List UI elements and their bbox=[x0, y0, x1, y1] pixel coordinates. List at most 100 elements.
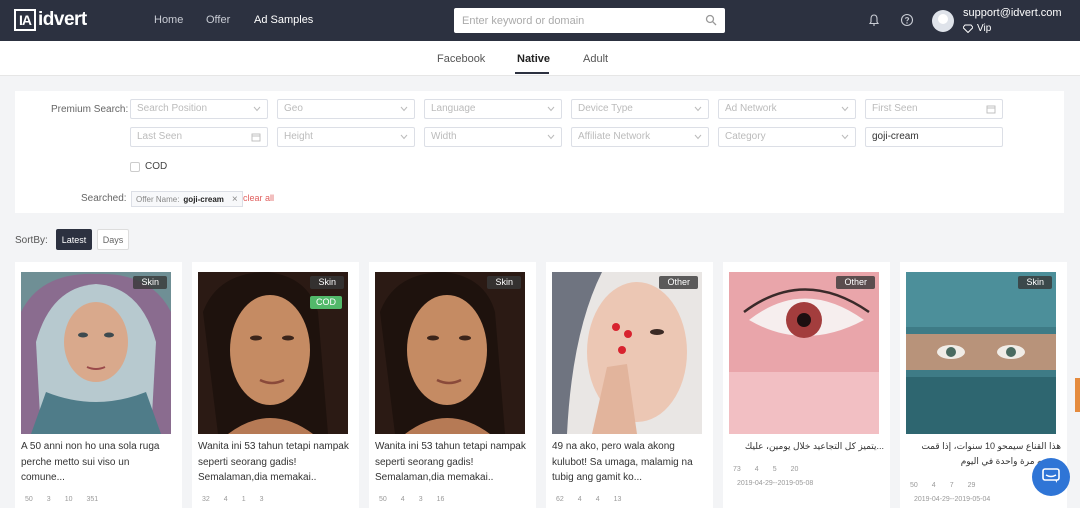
tab-adult[interactable]: Adult bbox=[583, 53, 608, 65]
chevron-down-icon bbox=[694, 134, 702, 140]
ad-text: Wanita ini 53 tahun tetapi nampak sepert… bbox=[375, 441, 526, 483]
sort-days-button[interactable]: Days bbox=[97, 229, 129, 250]
ad-image[interactable]: Skin COD bbox=[198, 272, 348, 434]
chevron-down-icon bbox=[547, 106, 555, 112]
ad-stats: 50 4 7 29 bbox=[910, 482, 975, 489]
diamond-icon bbox=[963, 24, 973, 33]
networks-count: 4 bbox=[577, 496, 582, 503]
days-count: 351 bbox=[86, 496, 99, 503]
geo-count: 4 bbox=[595, 496, 600, 503]
category-badge: Skin bbox=[133, 276, 167, 289]
geo-count: 3 bbox=[418, 496, 423, 503]
close-icon[interactable]: × bbox=[232, 194, 238, 205]
networks-count: 3 bbox=[46, 496, 51, 503]
geo-count: 1 bbox=[241, 496, 246, 503]
ad-image[interactable]: Other bbox=[729, 272, 879, 434]
search-position-select[interactable]: Search Position bbox=[130, 99, 268, 119]
ad-stats: 73 4 5 20 bbox=[733, 466, 798, 473]
clear-all-link[interactable]: clear all bbox=[243, 193, 274, 203]
networks-count: 4 bbox=[931, 482, 936, 489]
chat-icon bbox=[1042, 468, 1060, 483]
tab-facebook[interactable]: Facebook bbox=[437, 53, 485, 65]
search-tag-value: goji-cream bbox=[183, 194, 224, 204]
nav-offer[interactable]: Offer bbox=[206, 14, 230, 26]
side-feedback-tab[interactable] bbox=[1075, 378, 1080, 412]
chevron-down-icon bbox=[547, 134, 555, 140]
bell-icon[interactable] bbox=[867, 13, 881, 27]
days-count: 3 bbox=[259, 496, 264, 503]
logo[interactable]: IA idvert bbox=[14, 9, 87, 31]
chat-button[interactable] bbox=[1032, 458, 1070, 496]
ad-text: 49 na ako, pero wala akong kulubot! Sa u… bbox=[552, 441, 693, 483]
ad-image[interactable]: Skin bbox=[21, 272, 171, 434]
affiliate-network-select[interactable]: Affiliate Network bbox=[571, 127, 709, 147]
views-count: 62 bbox=[556, 496, 564, 503]
ad-stats: 50 3 10 351 bbox=[25, 496, 98, 503]
views-count: 50 bbox=[379, 496, 387, 503]
views-count: 32 bbox=[202, 496, 210, 503]
first-seen-date[interactable]: First Seen bbox=[865, 99, 1003, 119]
category-select[interactable]: Category bbox=[718, 127, 856, 147]
tab-native[interactable]: Native bbox=[517, 53, 550, 65]
days-count: 13 bbox=[613, 496, 622, 503]
search-icon[interactable] bbox=[705, 14, 717, 26]
geo-count: 7 bbox=[949, 482, 954, 489]
cod-label: COD bbox=[145, 161, 168, 172]
ad-card[interactable]: Skin Wanita ini 53 tahun tetapi nampak s… bbox=[369, 262, 536, 508]
ad-image[interactable]: Other bbox=[552, 272, 702, 434]
chevron-down-icon bbox=[841, 134, 849, 140]
help-icon[interactable] bbox=[900, 13, 914, 27]
last-seen-date[interactable]: Last Seen bbox=[130, 127, 268, 147]
searched-label: Searched: bbox=[81, 193, 127, 204]
days-count: 29 bbox=[967, 482, 976, 489]
ad-card[interactable]: Skin A 50 anni non ho una sola ruga perc… bbox=[15, 262, 182, 508]
premium-search-label: Premium Search: bbox=[51, 104, 129, 115]
views-count: 73 bbox=[733, 466, 741, 473]
user-level: Vip bbox=[963, 23, 991, 34]
ad-stats: 32 4 1 3 bbox=[202, 496, 264, 503]
geo-count: 10 bbox=[64, 496, 73, 503]
width-select[interactable]: Width bbox=[424, 127, 562, 147]
nav-home[interactable]: Home bbox=[154, 14, 183, 26]
avatar[interactable] bbox=[932, 10, 954, 32]
ad-text: Wanita ini 53 tahun tetapi nampak sepert… bbox=[198, 441, 349, 483]
language-select[interactable]: Language bbox=[424, 99, 562, 119]
search-box bbox=[454, 8, 725, 33]
category-badge: Other bbox=[659, 276, 698, 289]
search-input[interactable] bbox=[454, 8, 694, 33]
offer-name-input[interactable]: goji-cream bbox=[865, 127, 1003, 147]
ad-card[interactable]: Skin COD Wanita ini 53 tahun tetapi namp… bbox=[192, 262, 359, 508]
ad-network-select[interactable]: Ad Network bbox=[718, 99, 856, 119]
ad-image[interactable]: Skin bbox=[906, 272, 1056, 434]
height-select[interactable]: Height bbox=[277, 127, 415, 147]
geo-count: 5 bbox=[772, 466, 777, 473]
ad-stats: 62 4 4 13 bbox=[556, 496, 621, 503]
days-count: 16 bbox=[436, 496, 445, 503]
category-badge: Skin bbox=[1018, 276, 1052, 289]
chevron-down-icon bbox=[400, 134, 408, 140]
chevron-down-icon bbox=[694, 106, 702, 112]
logo-text: idvert bbox=[38, 9, 87, 30]
top-navbar: IA idvert Home Offer Ad Samples support@… bbox=[0, 0, 1080, 41]
chevron-down-icon bbox=[400, 106, 408, 112]
search-tag: Offer Name: goji-cream × bbox=[131, 191, 243, 207]
logo-mark: IA bbox=[14, 9, 36, 31]
sort-latest-button[interactable]: Latest bbox=[56, 229, 92, 250]
cod-checkbox[interactable] bbox=[130, 162, 140, 172]
ad-card[interactable]: Other ...يتميز كل التجاعيد خلال يومين، ع… bbox=[723, 262, 890, 508]
date-range: 2019-04-29--2019-05-08 bbox=[737, 480, 814, 487]
user-email[interactable]: support@idvert.com bbox=[963, 7, 1062, 19]
filter-panel: Premium Search: Search Position Geo Lang… bbox=[15, 91, 1064, 213]
ad-stats: 50 4 3 16 bbox=[379, 496, 444, 503]
ad-image[interactable]: Skin bbox=[375, 272, 525, 434]
active-tab-indicator bbox=[515, 72, 549, 74]
calendar-icon bbox=[251, 133, 261, 142]
networks-count: 4 bbox=[400, 496, 405, 503]
device-type-select[interactable]: Device Type bbox=[571, 99, 709, 119]
nav-ad-samples[interactable]: Ad Samples bbox=[254, 14, 313, 26]
geo-select[interactable]: Geo bbox=[277, 99, 415, 119]
cod-badge: COD bbox=[310, 296, 342, 309]
date-range: 2019-04-29--2019-05-04 bbox=[914, 496, 991, 503]
ad-card[interactable]: Other 49 na ako, pero wala akong kulubot… bbox=[546, 262, 713, 508]
views-count: 50 bbox=[25, 496, 33, 503]
